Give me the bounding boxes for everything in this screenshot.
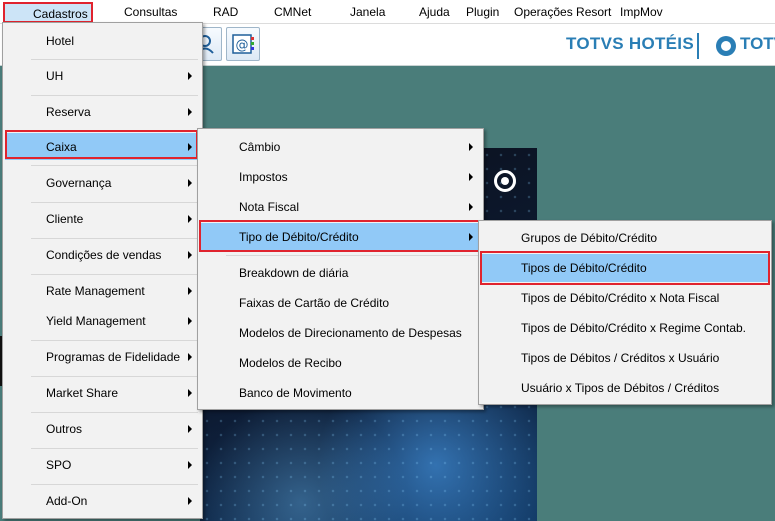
menu-item-tipos-x-usuario[interactable]: Tipos de Débitos / Créditos x Usuário	[481, 343, 769, 373]
brand-logo-text: TOTV	[740, 34, 775, 53]
submenu-arrow-icon	[188, 353, 192, 361]
brand-name: TOTVS HOTÉIS	[566, 34, 694, 53]
menu-item-nota-fiscal[interactable]: Nota Fiscal	[200, 192, 481, 222]
menu-rad[interactable]: RAD	[213, 5, 238, 19]
submenu-arrow-icon	[188, 461, 192, 469]
tipo-debito-credito-submenu: Grupos de Débito/Crédito Tipos de Débito…	[478, 220, 772, 405]
menu-impmov[interactable]: ImpMov	[620, 5, 663, 19]
menu-item-usuario-x-tipos[interactable]: Usuário x Tipos de Débitos / Créditos	[481, 373, 769, 403]
menu-item-market-share[interactable]: Market Share	[5, 378, 200, 408]
menu-item-condicoes-de-vendas[interactable]: Condições de vendas	[5, 240, 200, 270]
submenu-arrow-icon	[188, 72, 192, 80]
toolbar-email-button[interactable]: @	[226, 27, 260, 61]
menu-item-add-on[interactable]: Add-On	[5, 486, 200, 516]
menu-item-breakdown-de-diaria[interactable]: Breakdown de diária	[200, 258, 481, 288]
menu-ajuda[interactable]: Ajuda	[419, 5, 450, 19]
menu-item-yield-management[interactable]: Yield Management	[5, 306, 200, 336]
menu-item-programas-de-fidelidade[interactable]: Programas de Fidelidade	[5, 342, 200, 372]
menu-item-cliente[interactable]: Cliente	[5, 204, 200, 234]
menu-item-outros[interactable]: Outros	[5, 414, 200, 444]
menu-item-governanca[interactable]: Governança	[5, 168, 200, 198]
menu-consultas[interactable]: Consultas	[124, 5, 177, 19]
submenu-arrow-icon	[188, 389, 192, 397]
menu-item-spo[interactable]: SPO	[5, 450, 200, 480]
menu-item-tipos-x-regime-contab[interactable]: Tipos de Débito/Crédito x Regime Contab.	[481, 313, 769, 343]
submenu-arrow-icon	[469, 233, 473, 241]
submenu-arrow-icon	[188, 425, 192, 433]
menu-janela[interactable]: Janela	[350, 5, 385, 19]
menu-item-banco-de-movimento[interactable]: Banco de Movimento	[200, 378, 481, 408]
menu-bar: Cadastros Consultas RAD CMNet Janela Aju…	[0, 0, 775, 24]
menu-item-caixa[interactable]: Caixa	[5, 133, 200, 160]
menu-item-impostos[interactable]: Impostos	[200, 162, 481, 192]
menu-item-reserva[interactable]: Reserva	[5, 97, 200, 127]
brand-separator	[697, 33, 699, 59]
menu-item-grupos-de-debito-credito[interactable]: Grupos de Débito/Crédito	[481, 223, 769, 253]
menu-cadastros[interactable]: Cadastros	[3, 2, 93, 23]
menu-item-hotel[interactable]: Hotel	[5, 26, 200, 56]
submenu-arrow-icon	[188, 287, 192, 295]
submenu-arrow-icon	[188, 497, 192, 505]
menu-item-cambio[interactable]: Câmbio	[200, 132, 481, 162]
background-logo-icon	[494, 170, 516, 192]
svg-text:@: @	[236, 38, 249, 53]
menu-item-tipos-de-debito-credito[interactable]: Tipos de Débito/Crédito	[481, 254, 769, 282]
menu-item-tipos-x-nota-fiscal[interactable]: Tipos de Débito/Crédito x Nota Fiscal	[481, 283, 769, 313]
submenu-arrow-icon	[188, 142, 192, 151]
cadastros-menu: Hotel UH Reserva Caixa Governança Client…	[2, 22, 203, 519]
menu-item-modelos-direcionamento[interactable]: Modelos de Direcionamento de Despesas	[200, 318, 481, 348]
submenu-arrow-icon	[188, 317, 192, 325]
menu-plugin[interactable]: Plugin	[466, 5, 499, 19]
menu-item-uh[interactable]: UH	[5, 61, 200, 91]
menu-item-tipo-de-debito-credito[interactable]: Tipo de Débito/Crédito	[200, 223, 481, 251]
menu-cmnet[interactable]: CMNet	[274, 5, 311, 19]
submenu-arrow-icon	[188, 108, 192, 116]
totvs-logo-icon	[716, 36, 736, 56]
menu-item-modelos-de-recibo[interactable]: Modelos de Recibo	[200, 348, 481, 378]
menu-item-faixas-de-cartao[interactable]: Faixas de Cartão de Crédito	[200, 288, 481, 318]
submenu-arrow-icon	[469, 203, 473, 211]
submenu-arrow-icon	[188, 215, 192, 223]
menu-item-rate-management[interactable]: Rate Management	[5, 276, 200, 306]
menu-operacoes-resort[interactable]: Operações Resort	[514, 5, 611, 19]
submenu-arrow-icon	[188, 251, 192, 259]
caixa-submenu: Câmbio Impostos Nota Fiscal Tipo de Débi…	[197, 128, 484, 410]
email-at-icon: @	[232, 34, 254, 54]
submenu-arrow-icon	[469, 173, 473, 181]
submenu-arrow-icon	[469, 143, 473, 151]
submenu-arrow-icon	[188, 179, 192, 187]
